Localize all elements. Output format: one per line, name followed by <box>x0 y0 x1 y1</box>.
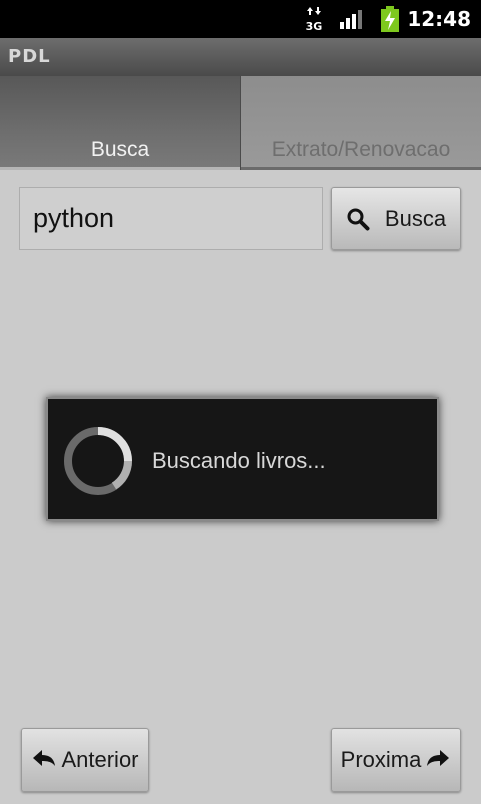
status-bar: 3G 12:48 <box>0 0 481 38</box>
tab-extrato-renovacao-label: Extrato/Renovacao <box>271 138 451 161</box>
network-indicator: 3G <box>305 6 323 32</box>
next-button-label: Proxima <box>340 747 422 772</box>
tab-extrato-renovacao[interactable]: Extrato/Renovacao <box>241 76 481 170</box>
tab-bar: Busca Extrato/Renovacao <box>0 76 481 170</box>
network-type-label: 3G <box>305 20 323 33</box>
battery-charging-icon <box>381 6 399 32</box>
tab-busca[interactable]: Busca <box>0 76 241 170</box>
previous-button[interactable]: Anterior <box>21 728 149 792</box>
tab-busca-label: Busca <box>90 138 150 161</box>
search-input[interactable] <box>19 187 323 250</box>
previous-button-label: Anterior <box>61 747 139 772</box>
progress-dialog: Buscando livros... <box>46 397 439 521</box>
arrow-left-icon <box>33 750 56 766</box>
search-icon <box>347 208 370 230</box>
progress-message: Buscando livros... <box>152 448 326 473</box>
status-time: 12:48 <box>407 7 471 31</box>
title-bar: PDL <box>0 38 481 76</box>
app-screen: 3G 12:48 PDL Busca Extrato/Renovacao pyt… <box>0 0 481 804</box>
app-title: PDL <box>8 46 51 67</box>
spinner-icon <box>64 427 132 495</box>
next-button[interactable]: Proxima <box>331 728 461 792</box>
arrow-right-icon <box>427 750 450 766</box>
search-button-label: Busca <box>384 205 447 231</box>
signal-icon <box>340 10 362 29</box>
data-arrows-icon <box>307 7 321 15</box>
search-button[interactable]: Busca <box>331 187 461 250</box>
